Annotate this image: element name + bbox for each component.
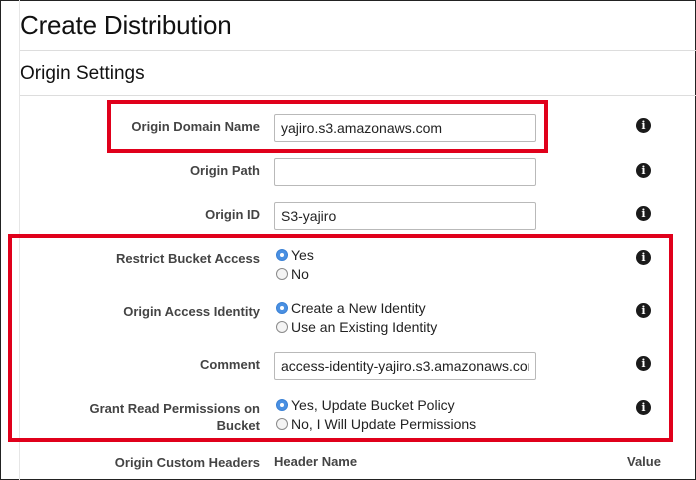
origin-path-label: Origin Path xyxy=(189,163,260,178)
origin-custom-headers-label: Origin Custom Headers xyxy=(114,455,260,470)
origin-id-label: Origin ID xyxy=(205,207,260,222)
highlight-box-access-settings xyxy=(8,234,673,442)
info-icon[interactable]: i xyxy=(636,206,651,221)
origin-path-input[interactable] xyxy=(274,158,536,186)
info-icon[interactable]: i xyxy=(636,163,651,178)
info-icon[interactable]: i xyxy=(636,118,651,133)
header-name-column: Header Name xyxy=(274,454,358,469)
title-divider xyxy=(20,50,696,51)
page-title: Create Distribution xyxy=(20,10,232,40)
highlight-box-origin-domain xyxy=(107,100,548,153)
origin-id-input[interactable] xyxy=(274,202,536,230)
value-column: Value xyxy=(627,454,661,469)
section-divider xyxy=(20,95,696,96)
section-title: Origin Settings xyxy=(20,63,145,84)
